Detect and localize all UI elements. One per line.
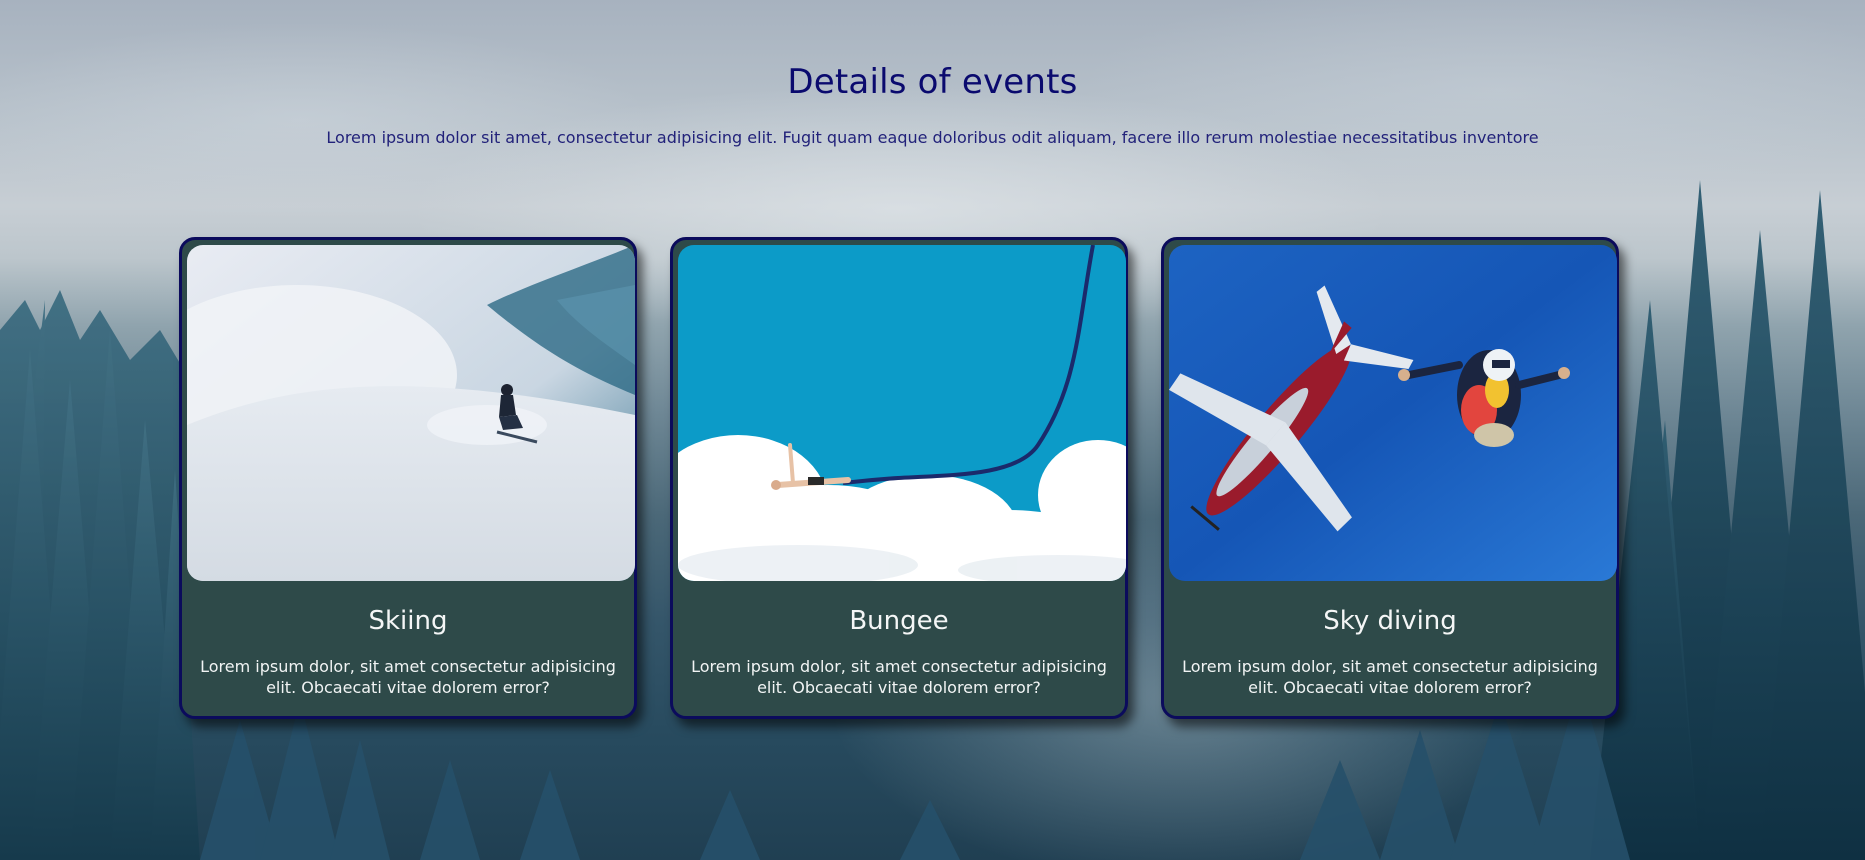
event-card-skiing[interactable]: Skiing Lorem ipsum dolor, sit amet conse… xyxy=(179,237,637,719)
card-title-skiing: Skiing xyxy=(368,606,448,636)
event-card-sky-diving[interactable]: Sky diving Lorem ipsum dolor, sit amet c… xyxy=(1161,237,1619,719)
card-text-skiing: Lorem ipsum dolor, sit amet consectetur … xyxy=(200,657,616,697)
page-subtitle: Lorem ipsum dolor sit amet, consectetur … xyxy=(326,128,1539,147)
card-text-bungee: Lorem ipsum dolor, sit amet consectetur … xyxy=(691,657,1107,697)
card-title-sky-diving: Sky diving xyxy=(1323,606,1457,636)
sky-diving-image xyxy=(1169,245,1617,581)
card-title-bungee: Bungee xyxy=(849,606,949,636)
event-cards: Skiing Lorem ipsum dolor, sit amet conse… xyxy=(179,237,1619,719)
event-card-bungee[interactable]: Bungee Lorem ipsum dolor, sit amet conse… xyxy=(670,237,1128,719)
bungee-image xyxy=(678,245,1126,581)
events-header: Details of events Lorem ipsum dolor sit … xyxy=(0,62,1865,147)
page-title: Details of events xyxy=(787,62,1078,102)
skiing-image xyxy=(187,245,635,581)
card-text-sky-diving: Lorem ipsum dolor, sit amet consectetur … xyxy=(1182,657,1598,697)
